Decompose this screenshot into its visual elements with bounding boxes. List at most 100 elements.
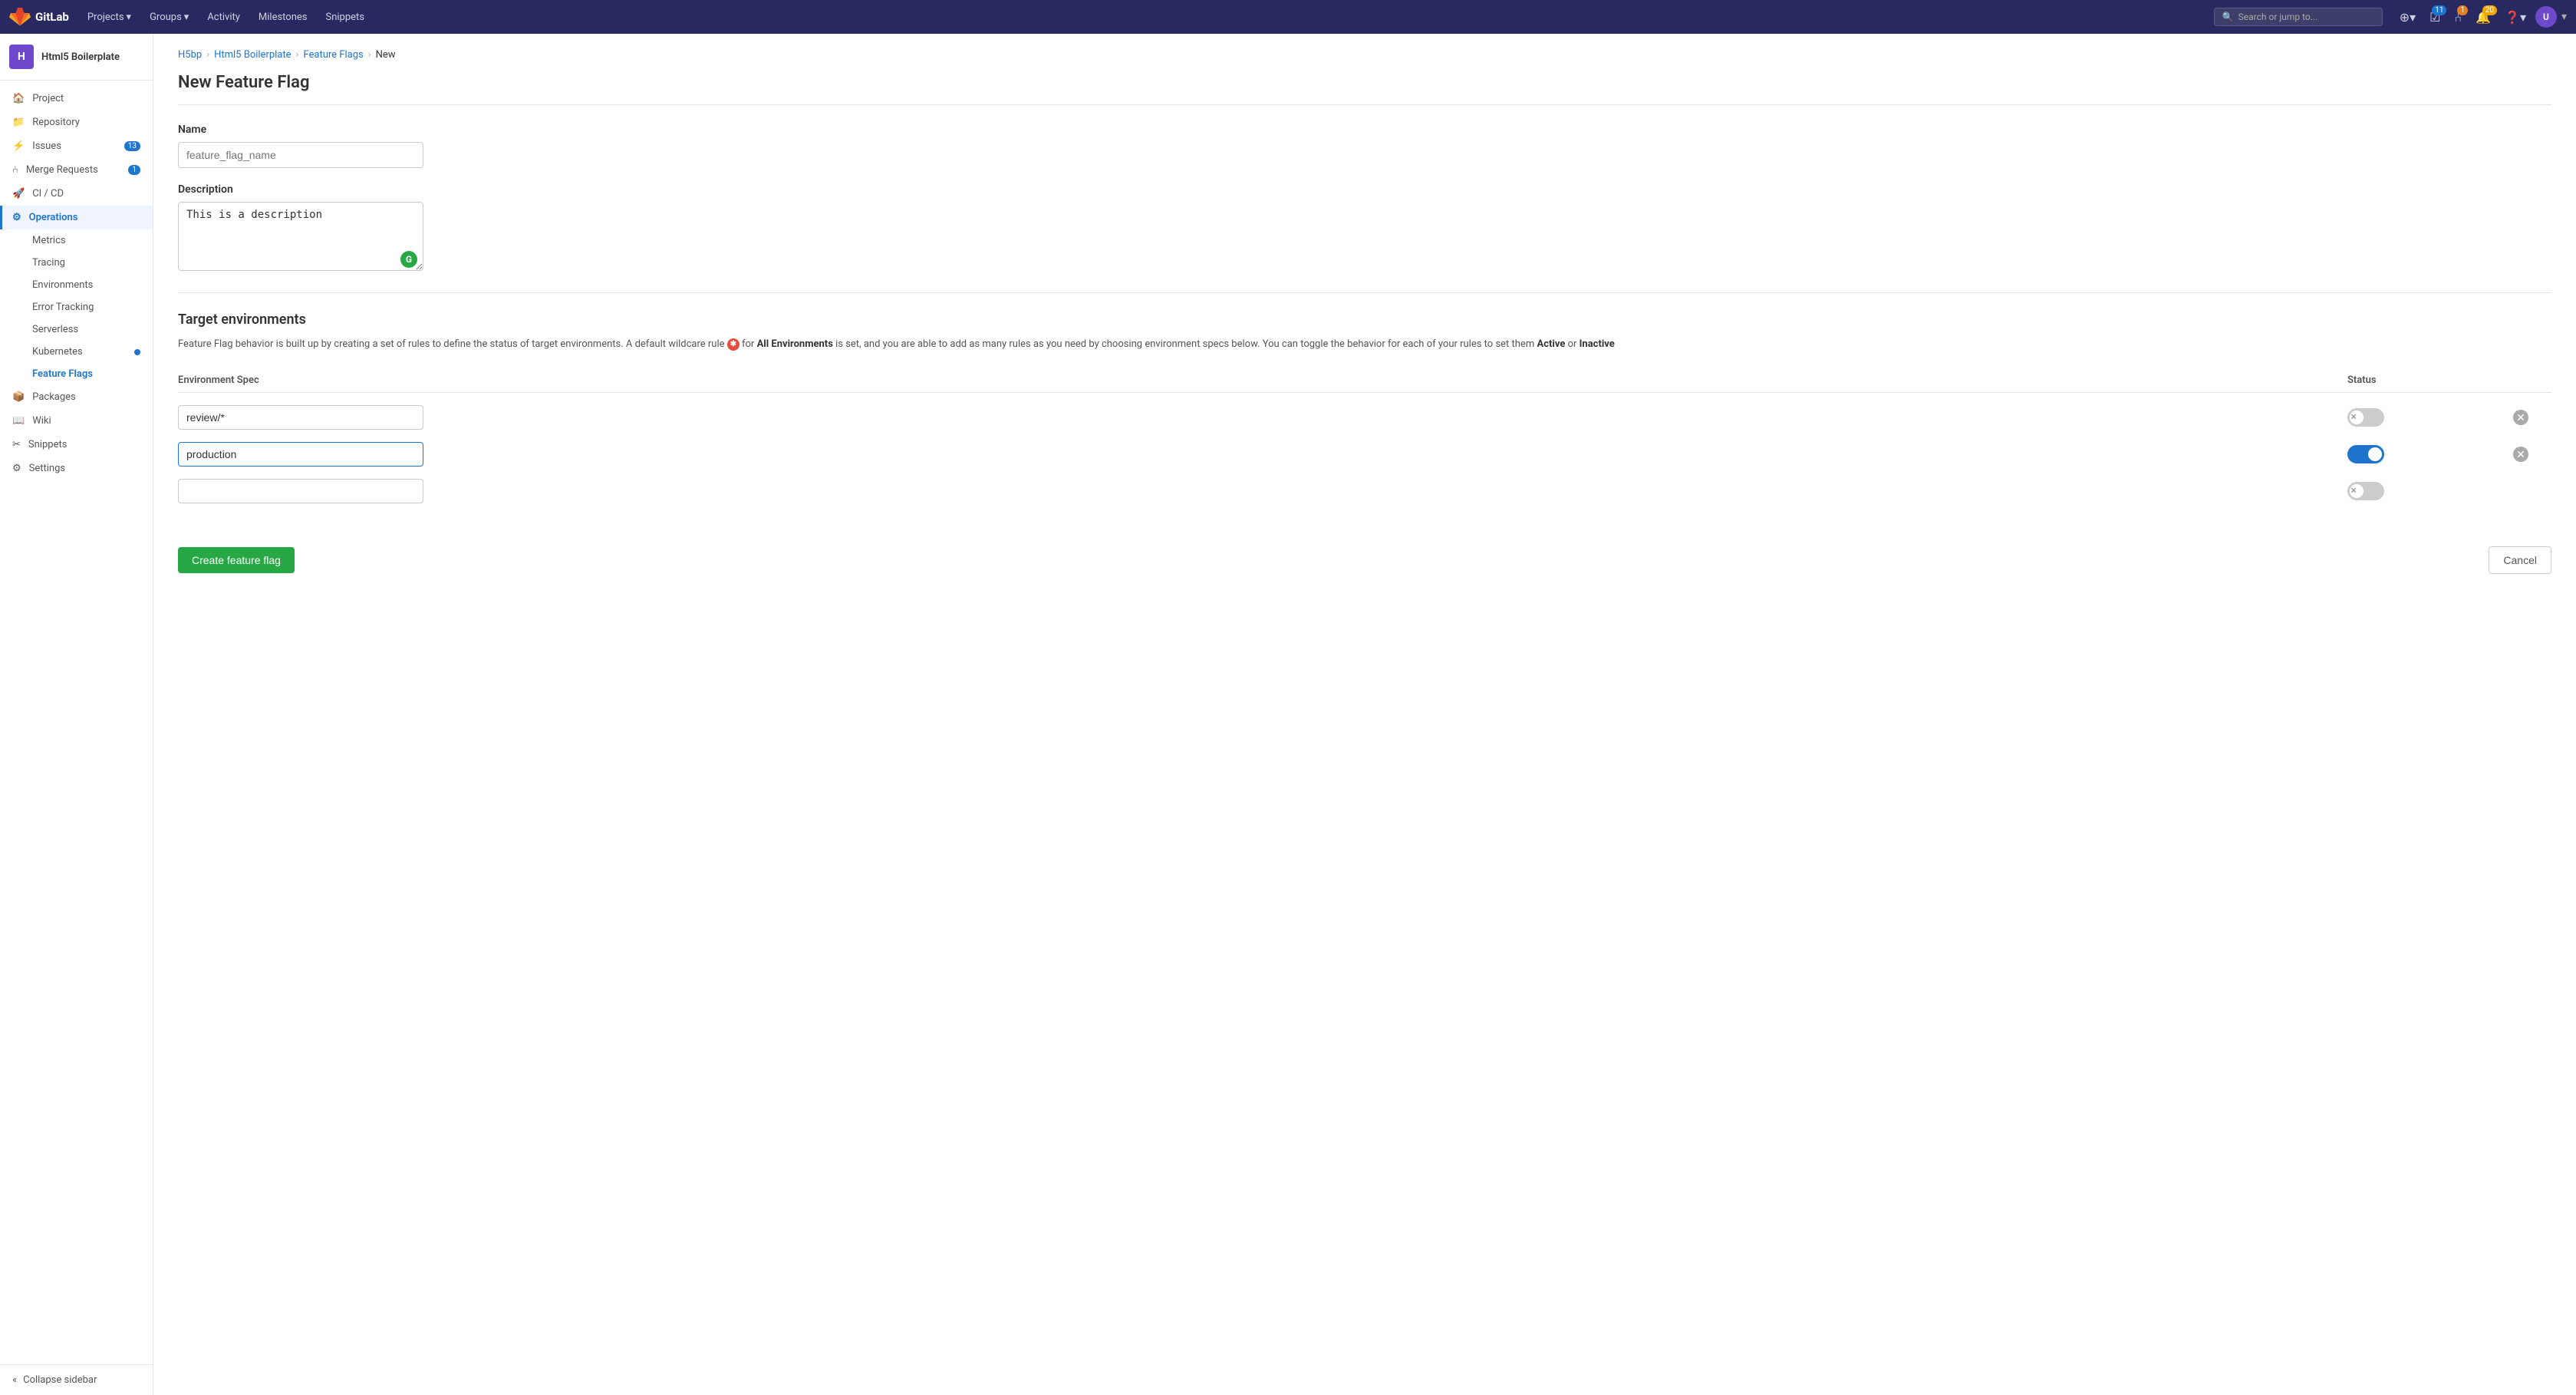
sidebar-item-operations[interactable]: ⚙ Operations: [0, 206, 153, 229]
create-feature-flag-button[interactable]: Create feature flag: [178, 547, 295, 573]
wiki-nav-icon: 📖: [12, 415, 25, 427]
nav-projects[interactable]: Projects ▾: [81, 8, 137, 26]
env-toggle-3[interactable]: ✕: [2347, 482, 2384, 500]
breadcrumb-sep-1: ›: [206, 49, 209, 61]
breadcrumb-new: New: [376, 49, 396, 61]
nav-groups[interactable]: Groups ▾: [143, 8, 195, 26]
env-row-1-remove-button[interactable]: ✕: [2513, 410, 2528, 425]
nav-milestones[interactable]: Milestones: [252, 8, 314, 26]
env-toggle-3-wrapper: ✕: [2347, 482, 2501, 500]
description-label: Description: [178, 183, 2551, 196]
sidebar-item-feature-flags[interactable]: Feature Flags: [0, 363, 153, 385]
cicd-nav-icon: 🚀: [12, 188, 25, 200]
env-toggle-2-slider: ✓: [2347, 445, 2384, 463]
env-table-header: Environment Spec Status: [178, 368, 2551, 393]
cancel-button[interactable]: Cancel: [2489, 546, 2551, 574]
main-layout: H Html5 Boilerplate 🏠 Project 📁 Reposito…: [0, 34, 2576, 1395]
description-textarea[interactable]: [178, 202, 423, 271]
search-icon: 🔍: [2222, 12, 2234, 22]
breadcrumb-sep-3: ›: [368, 49, 371, 61]
breadcrumb: H5bp › Html5 Boilerplate › Feature Flags…: [178, 49, 2551, 61]
nav-snippets[interactable]: Snippets: [320, 8, 371, 26]
sidebar-item-environments[interactable]: Environments: [0, 274, 153, 296]
logo-text: GitLab: [35, 10, 69, 24]
sidebar-item-settings[interactable]: ⚙ Settings: [0, 457, 153, 480]
sidebar-item-metrics[interactable]: Metrics: [0, 229, 153, 252]
sidebar-item-snippets[interactable]: ✂ Snippets: [0, 433, 153, 457]
packages-nav-icon: 📦: [12, 391, 25, 403]
nav-activity[interactable]: Activity: [201, 8, 246, 26]
search-box[interactable]: 🔍 Search or jump to...: [2214, 8, 2383, 26]
env-spec-header: Environment Spec: [178, 374, 2335, 386]
help-icon: ❓: [2505, 10, 2520, 25]
sidebar-item-project[interactable]: 🏠 Project: [0, 87, 153, 110]
issues-button[interactable]: 🔔 20: [2471, 7, 2495, 28]
plus-menu-button[interactable]: ⊕ ▾: [2395, 7, 2420, 28]
sidebar-item-tracing[interactable]: Tracing: [0, 252, 153, 274]
env-toggle-1-slider: ✕: [2347, 408, 2384, 427]
sidebar-item-wiki[interactable]: 📖 Wiki: [0, 409, 153, 433]
page-title: New Feature Flag: [178, 73, 2551, 105]
sidebar-item-issues[interactable]: ⚡ Issues 13: [0, 134, 153, 158]
plus-icon: ⊕: [2400, 10, 2410, 25]
target-env-title: Target environments: [178, 312, 2551, 328]
name-form-group: Name: [178, 124, 2551, 168]
repository-nav-icon: 📁: [12, 117, 25, 128]
env-row-2-remove-wrapper: ✕: [2513, 447, 2551, 462]
description-form-group: Description G: [178, 183, 2551, 274]
env-row-1: ✕ ✕: [178, 399, 2551, 436]
sidebar-item-cicd[interactable]: 🚀 CI / CD: [0, 182, 153, 206]
main-content: H5bp › Html5 Boilerplate › Feature Flags…: [153, 34, 2576, 1395]
sidebar-item-repository[interactable]: 📁 Repository: [0, 110, 153, 134]
sidebar-item-merge-requests[interactable]: ⑃ Merge Requests 1: [0, 158, 153, 182]
status-header: Status: [2347, 374, 2501, 386]
env-input-1[interactable]: [178, 405, 423, 430]
breadcrumb-h5bp[interactable]: H5bp: [178, 49, 202, 61]
inactive-label: Inactive: [1580, 338, 1615, 350]
snippets-nav-icon: ✂: [12, 439, 21, 450]
env-toggle-2[interactable]: ✓: [2347, 445, 2384, 463]
target-environments-section: Target environments Feature Flag behavio…: [178, 312, 2551, 574]
env-row-1-remove-wrapper: ✕: [2513, 410, 2551, 425]
help-button[interactable]: ❓ ▾: [2500, 7, 2531, 28]
merge-requests-button[interactable]: ⑃ 1: [2449, 7, 2466, 28]
textarea-wrapper: G: [178, 202, 423, 274]
collapse-icon: «: [12, 1374, 17, 1386]
name-input[interactable]: [178, 142, 423, 168]
env-row-3: ✕: [178, 473, 2551, 510]
env-toggle-2-wrapper: ✓: [2347, 445, 2501, 463]
gitlab-logo[interactable]: GitLab: [9, 6, 69, 28]
env-input-3[interactable]: [178, 479, 423, 503]
top-navigation: GitLab Projects ▾ Groups ▾ Activity Mile…: [0, 0, 2576, 34]
settings-nav-icon: ⚙: [12, 463, 21, 474]
target-env-description: Feature Flag behavior is built up by cre…: [178, 337, 2551, 353]
sidebar-item-kubernetes[interactable]: Kubernetes: [0, 341, 153, 363]
project-name: Html5 Boilerplate: [41, 51, 120, 63]
env-input-2[interactable]: [178, 442, 423, 467]
todos-button[interactable]: ☑ 11: [2425, 7, 2445, 28]
env-row-2-input-wrapper: [178, 442, 2335, 467]
breadcrumb-feature-flags[interactable]: Feature Flags: [303, 49, 363, 61]
env-toggle-1-wrapper: ✕: [2347, 408, 2501, 427]
active-label: Active: [1537, 338, 1565, 350]
operations-nav-icon: ⚙: [12, 212, 21, 223]
all-environments-label: All Environments: [757, 338, 833, 350]
env-row-1-input-wrapper: [178, 405, 2335, 430]
env-toggle-1[interactable]: ✕: [2347, 408, 2384, 427]
sidebar-item-error-tracking[interactable]: Error Tracking: [0, 296, 153, 318]
env-row-2-remove-button[interactable]: ✕: [2513, 447, 2528, 462]
sidebar-nav: 🏠 Project 📁 Repository ⚡ Issues 13 ⑃ Mer…: [0, 81, 153, 1364]
issues-badge: 13: [124, 141, 140, 151]
merge-requests-nav-icon: ⑃: [12, 164, 18, 176]
collapse-sidebar-button[interactable]: « Collapse sidebar: [0, 1364, 153, 1395]
sidebar-item-serverless[interactable]: Serverless: [0, 318, 153, 341]
wildcard-icon: ✱: [727, 338, 740, 351]
breadcrumb-project[interactable]: Html5 Boilerplate: [214, 49, 291, 61]
sidebar-item-packages[interactable]: 📦 Packages: [0, 385, 153, 409]
grammarly-icon: G: [400, 251, 417, 268]
project-icon-avatar: H: [9, 45, 34, 69]
divider: [178, 292, 2551, 293]
env-row-3-input-wrapper: [178, 479, 2335, 503]
mr-badge: 1: [128, 165, 140, 175]
user-avatar[interactable]: U: [2535, 6, 2557, 28]
